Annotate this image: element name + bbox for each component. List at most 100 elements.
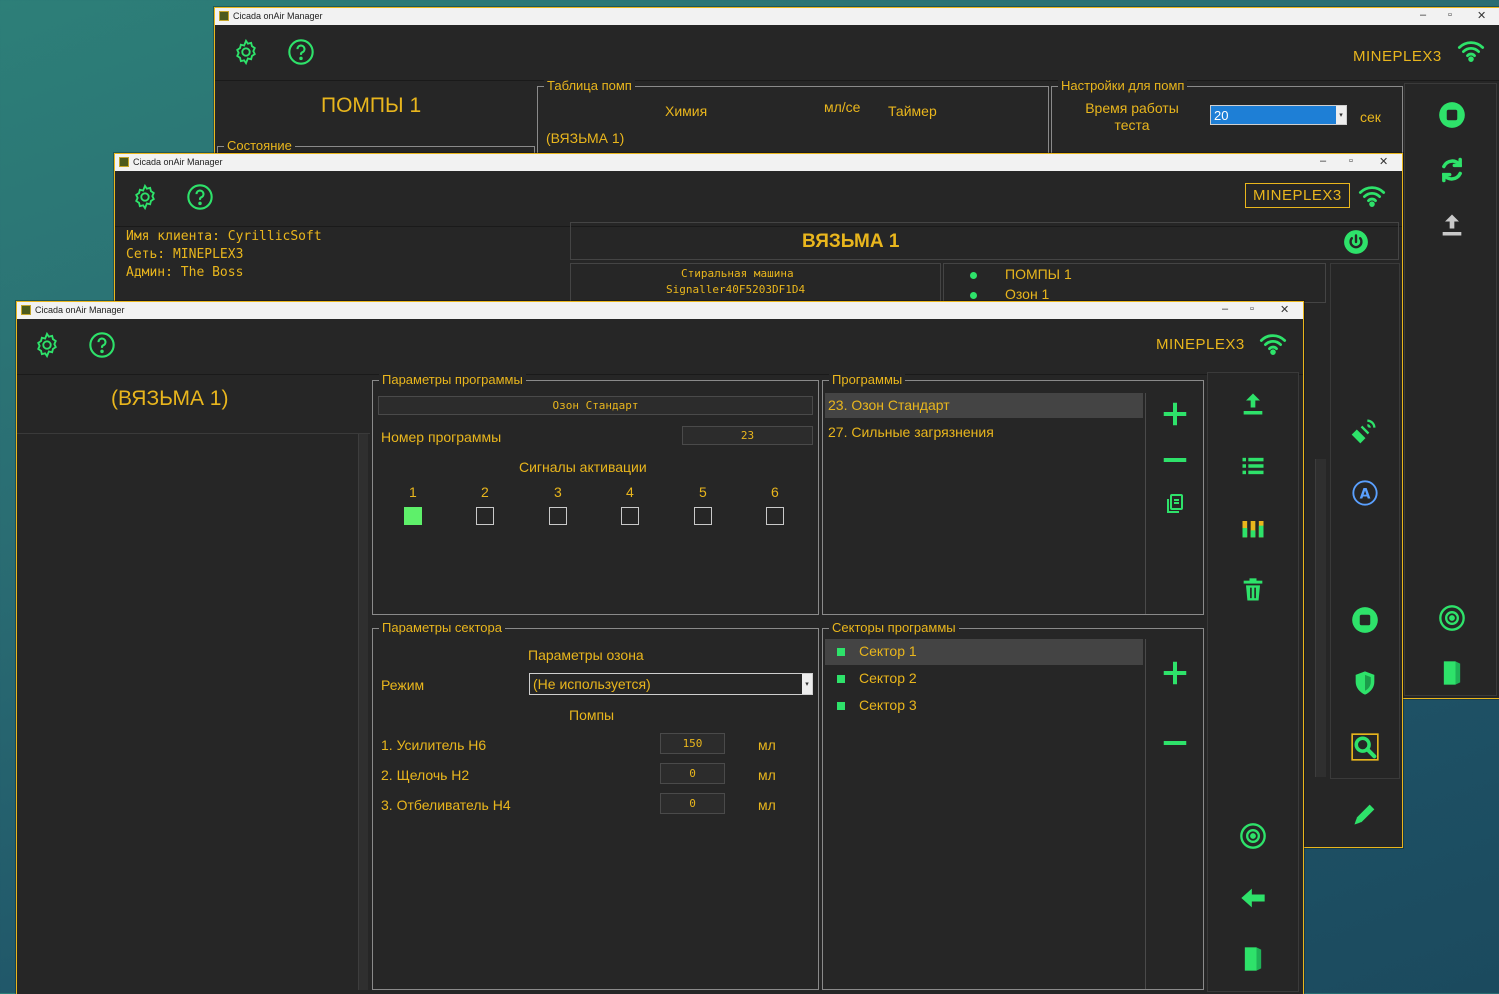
ozone-icon[interactable] [1438, 604, 1466, 632]
satellite-icon[interactable] [1351, 416, 1379, 444]
program-number-field[interactable]: 23 [682, 426, 813, 445]
signal-label: 1 [409, 484, 417, 500]
col-ml: мл/се [824, 99, 861, 115]
pump-amount-field[interactable]: 150 [660, 733, 725, 754]
network-name[interactable]: MINEPLEX3 [1245, 183, 1350, 208]
programs-btn-divider [1145, 393, 1146, 614]
add-sector-button[interactable] [1160, 658, 1190, 688]
upload-icon[interactable] [1438, 211, 1466, 239]
chevron-down-icon: ▾ [802, 674, 812, 694]
title-bar: Cicada onAir Manager – ▫ ✕ [17, 302, 1303, 319]
program-name-field[interactable]: Озон Стандарт [378, 396, 813, 415]
signal-checkbox-4[interactable] [621, 507, 639, 525]
sector-item[interactable]: Сектор 2 [859, 670, 917, 686]
signal-checkbox-5[interactable] [694, 507, 712, 525]
svg-text:A: A [1360, 486, 1371, 502]
upload-icon[interactable] [1239, 390, 1267, 418]
signal-checkbox-6[interactable] [766, 507, 784, 525]
trash-icon[interactable] [1239, 576, 1267, 604]
minimize-button[interactable]: – [1420, 9, 1426, 21]
shield-icon[interactable] [1351, 669, 1379, 697]
add-program-button[interactable] [1160, 399, 1190, 429]
chevron-down-icon: ▾ [1336, 106, 1346, 124]
refresh-icon[interactable] [1438, 156, 1466, 184]
minimize-button[interactable]: – [1222, 303, 1228, 315]
toolbar: MINEPLEX3 [17, 319, 1303, 375]
back-right-sidebar [1404, 83, 1497, 696]
pump-amount-field[interactable]: 0 [660, 763, 725, 784]
list-icon[interactable] [1239, 452, 1267, 480]
state-label: Состояние [224, 138, 295, 153]
sector-item[interactable]: Сектор 1 [859, 643, 917, 659]
col-chem: Химия [665, 103, 708, 119]
mode-label: Режим [381, 677, 425, 693]
wifi-icon [1457, 41, 1485, 62]
back-arrow-icon[interactable] [1239, 884, 1267, 912]
program-item[interactable]: 27. Сильные загрязнения [828, 424, 994, 440]
stop-icon[interactable] [1438, 101, 1466, 129]
left-scrollbar[interactable] [358, 434, 368, 990]
sectors-group: Секторы программы Сектор 1 Сектор 2 Сект… [822, 620, 1204, 990]
pump-table-row[interactable]: (ВЯЗЬМА 1) [546, 130, 624, 146]
sector-item[interactable]: Сектор 3 [859, 697, 917, 713]
remove-program-button[interactable] [1160, 445, 1190, 475]
scrollbar[interactable] [1315, 459, 1326, 777]
network-name: MINEPLEX3 [1156, 336, 1245, 353]
ozone-icon[interactable] [1239, 822, 1267, 850]
device-item[interactable]: Озон 1 [1005, 286, 1049, 302]
help-icon[interactable] [88, 331, 116, 359]
stop-icon[interactable] [1351, 606, 1379, 634]
search-icon[interactable] [1351, 733, 1379, 761]
mode-value: (Не используется) [533, 676, 651, 692]
list-bullet [970, 292, 977, 299]
help-icon[interactable] [186, 183, 214, 211]
sectors-title: Секторы программы [829, 620, 959, 635]
restore-button[interactable]: ▫ [1250, 303, 1254, 315]
bottles-icon[interactable] [1239, 514, 1267, 542]
device-header: ВЯЗЬМА 1 [802, 231, 900, 252]
signal-label: 2 [481, 484, 489, 500]
signal-checkbox-3[interactable] [549, 507, 567, 525]
settings-icon[interactable] [232, 38, 260, 66]
signal-label: 6 [771, 484, 779, 500]
settings-icon[interactable] [131, 183, 159, 211]
close-button[interactable]: ✕ [1379, 155, 1388, 168]
settings-icon[interactable] [33, 331, 61, 359]
signal-label: 4 [626, 484, 634, 500]
program-params-title: Параметры программы [379, 372, 526, 387]
minimize-button[interactable]: – [1320, 155, 1326, 167]
restore-button[interactable]: ▫ [1448, 9, 1452, 21]
restore-button[interactable]: ▫ [1349, 155, 1353, 167]
machine-type: Стиральная машина [681, 267, 794, 280]
pump-amount-field[interactable]: 0 [660, 793, 725, 814]
device-item[interactable]: ПОМПЫ 1 [1005, 266, 1072, 282]
pumps-title: Помпы [569, 707, 615, 723]
sector-bullet [837, 648, 845, 656]
help-icon[interactable] [287, 38, 315, 66]
admin-info: Админ: The Boss [126, 265, 244, 280]
close-button[interactable]: ✕ [1477, 9, 1486, 22]
program-item[interactable]: 23. Озон Стандарт [828, 397, 950, 413]
signal-checkbox-1[interactable] [404, 507, 422, 525]
edit-icon[interactable] [1351, 800, 1379, 828]
signals-row: 1 2 3 4 5 6 [373, 481, 820, 541]
copy-program-button[interactable] [1163, 491, 1187, 517]
window-title: Cicada onAir Manager [233, 11, 323, 21]
power-icon[interactable] [1343, 229, 1369, 255]
ozone-params-title: Параметры озона [528, 647, 644, 663]
device-title: (ВЯЗЬМА 1) [111, 387, 229, 410]
pump-unit: мл [758, 797, 776, 813]
close-button[interactable]: ✕ [1280, 303, 1289, 316]
program-params-group: Параметры программы Озон Стандарт Номер … [372, 372, 820, 615]
machine-card[interactable]: Стиральная машина Signaller40F5203DF1D4 [570, 263, 941, 303]
sector-params-group: Параметры сектора Параметры озона Режим … [372, 620, 819, 990]
remove-sector-button[interactable] [1160, 728, 1190, 758]
test-time-select[interactable]: 20 ▾ [1210, 105, 1347, 125]
sector-bullet [837, 702, 845, 710]
exit-door-icon[interactable] [1440, 659, 1464, 687]
signal-checkbox-2[interactable] [476, 507, 494, 525]
auto-mode-icon[interactable]: A [1351, 479, 1379, 507]
device-items-list: ПОМПЫ 1 Озон 1 [943, 263, 1326, 303]
mode-select[interactable]: (Не используется) ▾ [529, 673, 813, 695]
exit-door-icon[interactable] [1241, 945, 1265, 973]
